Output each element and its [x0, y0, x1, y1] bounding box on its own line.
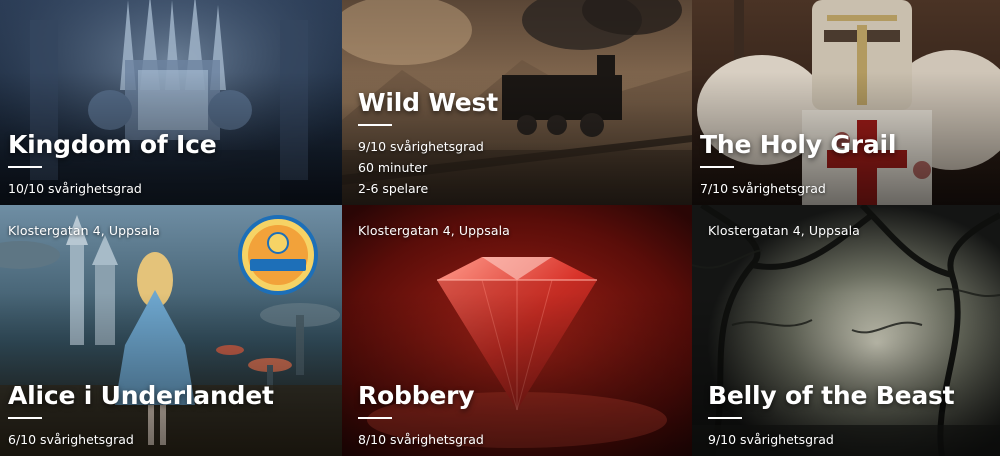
room-difficulty: 10/10 svårighetsgrad — [8, 181, 142, 196]
title-underline — [8, 166, 42, 168]
title-underline — [8, 417, 42, 419]
room-info: Wild West 9/10 svårighetsgrad 60 minuter… — [358, 88, 498, 199]
award-badge-icon — [238, 215, 318, 295]
room-info: Robbery 8/10 svårighetsgrad — [358, 381, 484, 450]
title-underline — [358, 417, 392, 419]
room-title: Wild West — [358, 88, 498, 117]
room-difficulty: 9/10 svårighetsgrad — [358, 139, 484, 154]
room-address: Klostergatan 4, Uppsala — [708, 223, 860, 238]
room-title: Belly of the Beast — [708, 381, 955, 410]
room-card-robbery[interactable]: Klostergatan 4, Uppsala Robbery 8/10 svå… — [342, 205, 692, 456]
room-difficulty: 6/10 svårighetsgrad — [8, 432, 134, 447]
room-card-kingdom-of-ice[interactable]: Kingdom of Ice 10/10 svårighetsgrad — [0, 0, 342, 205]
room-title: The Holy Grail — [700, 130, 897, 159]
title-underline — [358, 124, 392, 126]
room-difficulty: 8/10 svårighetsgrad — [358, 432, 484, 447]
room-card-belly-of-the-beast[interactable]: Klostergatan 4, Uppsala Belly of the Bea… — [692, 205, 1000, 456]
room-card-the-holy-grail[interactable]: The Holy Grail 7/10 svårighetsgrad — [692, 0, 1000, 205]
title-underline — [700, 166, 734, 168]
room-duration: 60 minuter — [358, 160, 428, 175]
room-address: Klostergatan 4, Uppsala — [358, 223, 510, 238]
room-difficulty: 7/10 svårighetsgrad — [700, 181, 826, 196]
title-underline — [708, 417, 742, 419]
room-info: Kingdom of Ice 10/10 svårighetsgrad — [8, 130, 217, 199]
room-card-wild-west[interactable]: Wild West 9/10 svårighetsgrad 60 minuter… — [342, 0, 692, 205]
room-players: 2-6 spelare — [358, 181, 429, 196]
room-title: Alice i Underlandet — [8, 381, 274, 410]
room-address: Klostergatan 4, Uppsala — [8, 223, 160, 238]
room-info: Belly of the Beast 9/10 svårighetsgrad — [708, 381, 955, 450]
room-difficulty: 9/10 svårighetsgrad — [708, 432, 834, 447]
room-info: The Holy Grail 7/10 svårighetsgrad — [700, 130, 896, 199]
room-title: Kingdom of Ice — [8, 130, 217, 159]
room-title: Robbery — [358, 381, 475, 410]
room-info: Alice i Underlandet 6/10 svårighetsgrad — [8, 381, 274, 450]
room-card-alice-i-underlandet[interactable]: Klostergatan 4, Uppsala Alice i Underlan… — [0, 205, 342, 456]
escape-room-grid: Kingdom of Ice 10/10 svårighetsgrad Wild… — [0, 0, 1000, 456]
